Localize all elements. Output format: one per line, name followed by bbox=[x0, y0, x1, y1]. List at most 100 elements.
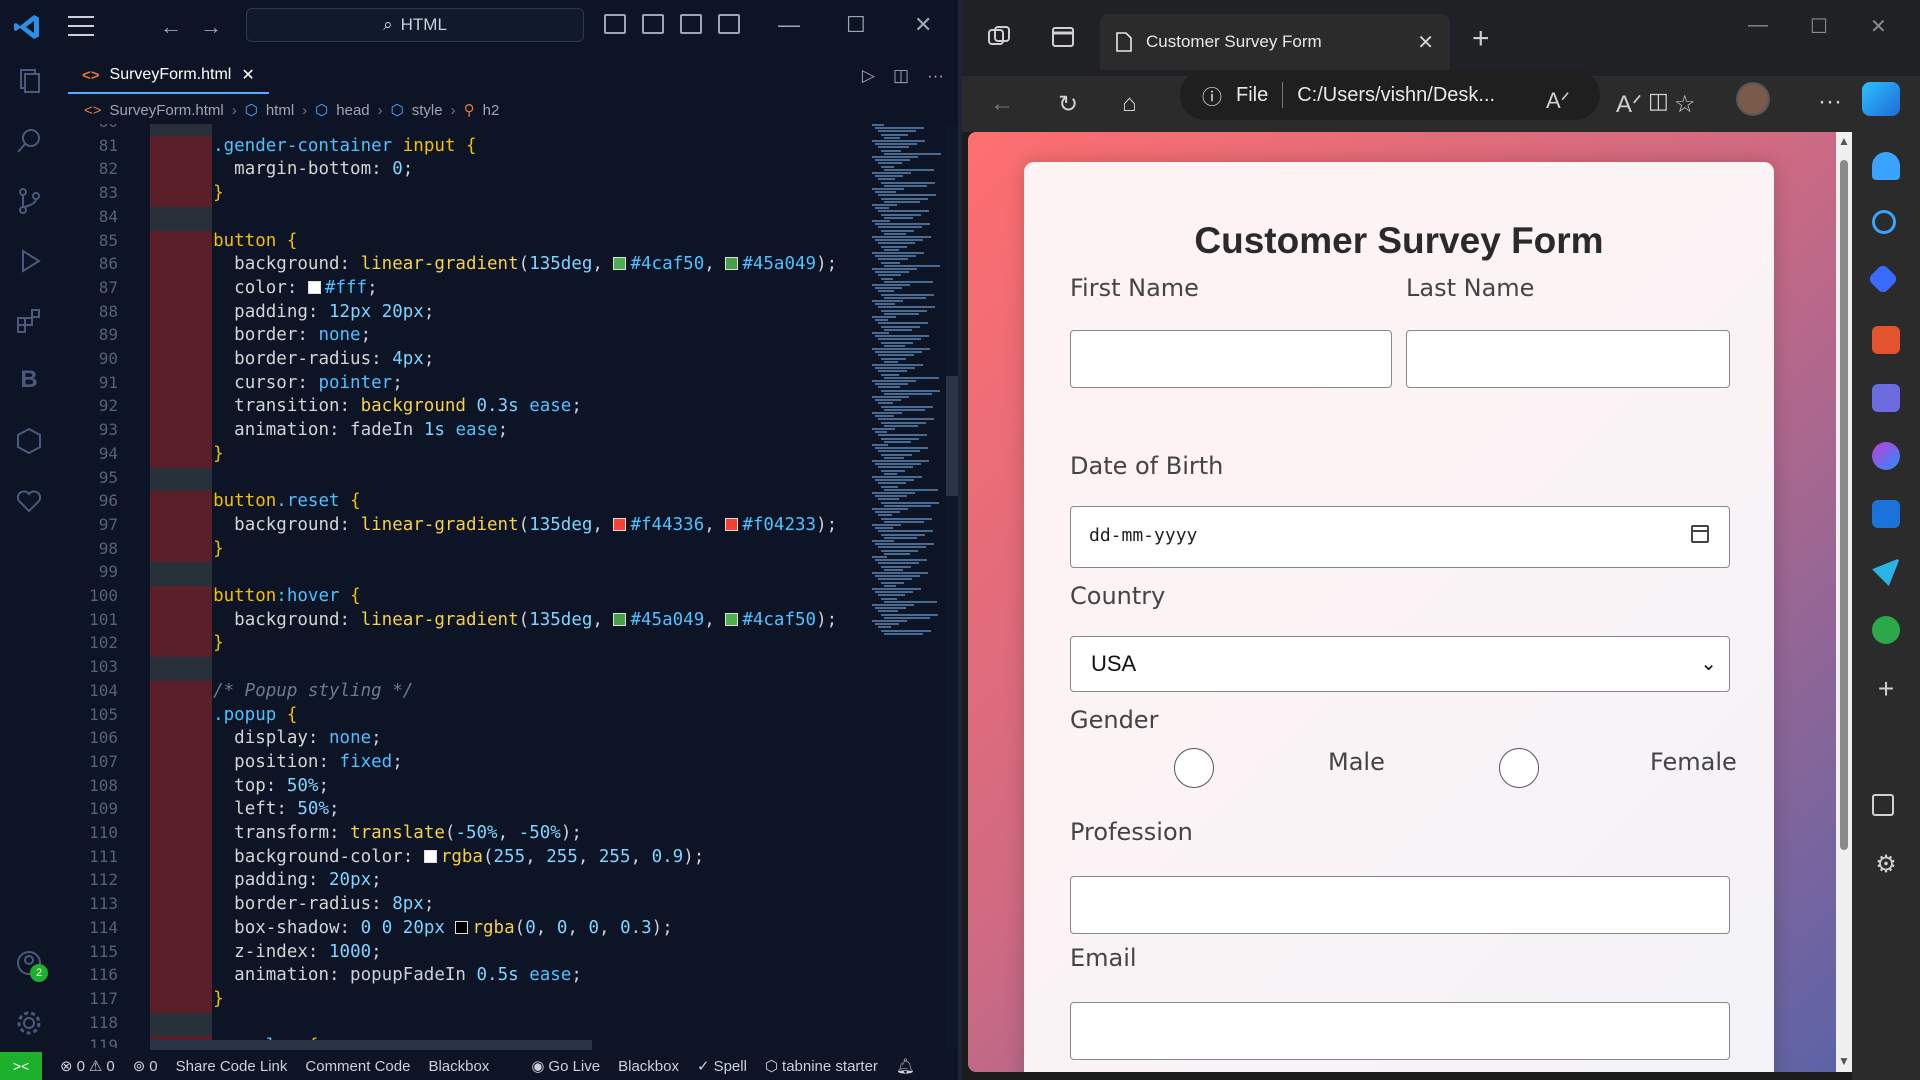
command-center-search[interactable]: ⌕ HTML bbox=[246, 8, 584, 42]
minimize-icon[interactable]: — bbox=[778, 12, 800, 38]
code-line[interactable]: border-radius: 8px; bbox=[192, 894, 434, 914]
scrollbar-thumb[interactable] bbox=[946, 376, 958, 496]
code-line[interactable]: padding: 20px; bbox=[192, 870, 382, 890]
home-icon[interactable]: ⌂ bbox=[1122, 90, 1137, 118]
first-name-input[interactable] bbox=[1070, 330, 1392, 388]
run-icon[interactable]: ▷ bbox=[862, 66, 875, 86]
code-line[interactable]: cursor: pointer; bbox=[192, 373, 403, 393]
code-line[interactable]: position: fixed; bbox=[192, 752, 403, 772]
read-aloud-icon[interactable]: Aᐟ bbox=[1616, 90, 1642, 119]
vertical-tabs-icon[interactable] bbox=[1050, 24, 1076, 50]
code-line[interactable]: button { bbox=[192, 231, 297, 251]
profession-input[interactable] bbox=[1070, 876, 1730, 934]
shopping-icon[interactable] bbox=[1867, 263, 1899, 295]
explorer-icon[interactable] bbox=[14, 66, 44, 96]
calendar-icon[interactable] bbox=[1691, 525, 1709, 543]
dob-input[interactable]: dd-mm-yyyy bbox=[1070, 506, 1730, 568]
code-line[interactable]: } bbox=[192, 989, 224, 1009]
back-icon[interactable]: ← bbox=[990, 90, 1014, 118]
close-tab-icon[interactable]: ✕ bbox=[241, 65, 254, 85]
code-line[interactable]: z-index: 1000; bbox=[192, 942, 382, 962]
code-line[interactable] bbox=[192, 1013, 213, 1033]
code-line[interactable]: top: 50%; bbox=[192, 776, 329, 796]
heart-icon[interactable] bbox=[14, 486, 44, 516]
add-icon[interactable]: + bbox=[1872, 675, 1900, 704]
code-line[interactable] bbox=[192, 657, 213, 677]
code-line[interactable]: border-radius: 4px; bbox=[192, 349, 434, 369]
read-aloud-icon-2[interactable]: Aᐟ bbox=[1546, 88, 1570, 114]
toggle-primary-sidebar-icon[interactable] bbox=[604, 14, 626, 34]
status-comment-code[interactable]: Comment Code bbox=[305, 1058, 410, 1075]
code-line[interactable]: box-shadow: 0 0 20px rgba(0, 0, 0, 0.3); bbox=[192, 918, 673, 938]
maximize-icon[interactable]: ☐ bbox=[1810, 14, 1828, 39]
extensions-icon[interactable] bbox=[14, 306, 44, 336]
status-tabnine[interactable]: ⬡ tabnine starter bbox=[765, 1057, 878, 1076]
page-vertical-scrollbar[interactable]: ▲ ▼ bbox=[1836, 132, 1852, 1072]
code-line[interactable]: } bbox=[192, 444, 224, 464]
blackbox-icon[interactable]: B bbox=[14, 366, 44, 396]
breadcrumb-h2[interactable]: h2 bbox=[483, 102, 500, 119]
close-window-icon[interactable]: ✕ bbox=[1870, 14, 1887, 39]
notifications-bell-icon[interactable]: 🔔︎ bbox=[896, 1057, 915, 1075]
sidebar-toggle-icon[interactable] bbox=[1872, 794, 1894, 816]
code-line[interactable]: } bbox=[192, 539, 224, 559]
code-line[interactable]: .popup { bbox=[192, 705, 297, 725]
profile-avatar[interactable] bbox=[1736, 82, 1770, 116]
code-line[interactable]: transition: background 0.3s ease; bbox=[192, 396, 582, 416]
code-line[interactable] bbox=[192, 468, 213, 488]
send-icon[interactable] bbox=[1872, 558, 1900, 586]
gender-female-radio[interactable] bbox=[1499, 748, 1539, 788]
tab-surveyform-html[interactable]: <> SurveyForm.html ✕ bbox=[68, 58, 269, 94]
status-spell[interactable]: ✓ Spell bbox=[697, 1057, 747, 1076]
code-line[interactable] bbox=[192, 207, 213, 227]
scroll-up-icon[interactable]: ▲ bbox=[1838, 134, 1850, 148]
code-line[interactable]: background-color: rgba(255, 255, 255, 0.… bbox=[192, 847, 704, 867]
last-name-input[interactable] bbox=[1406, 330, 1730, 388]
breadcrumb-html[interactable]: html bbox=[266, 102, 294, 119]
code-line[interactable]: button.reset { bbox=[192, 491, 361, 511]
workspaces-icon[interactable] bbox=[986, 24, 1012, 50]
split-editor-icon[interactable]: ◫ bbox=[893, 66, 909, 86]
menu-icon[interactable] bbox=[68, 16, 94, 36]
outlook-icon[interactable] bbox=[1872, 500, 1900, 528]
microsoft-365-icon[interactable] bbox=[1872, 442, 1900, 470]
code-editor[interactable]: 80 81 .gender-container input {82 margin… bbox=[58, 124, 874, 1048]
code-line[interactable]: /* Popup styling */ bbox=[192, 681, 413, 701]
breadcrumb-head[interactable]: head bbox=[336, 102, 369, 119]
remote-explorer-icon[interactable] bbox=[14, 426, 44, 456]
email-input[interactable] bbox=[1070, 1002, 1730, 1060]
address-bar[interactable]: ⓘ File C:/Users/vishn/Desk... bbox=[1180, 70, 1600, 120]
editor-horizontal-scrollbar[interactable] bbox=[150, 1040, 592, 1050]
breadcrumb-file[interactable]: SurveyForm.html bbox=[110, 102, 224, 119]
maximize-icon[interactable]: ☐ bbox=[846, 12, 866, 38]
notifications-icon[interactable] bbox=[1872, 152, 1900, 180]
code-line[interactable]: transform: translate(-50%, -50%); bbox=[192, 823, 582, 843]
settings-gear-icon[interactable] bbox=[14, 1008, 44, 1038]
more-actions-icon[interactable]: ··· bbox=[927, 66, 944, 86]
code-line[interactable]: left: 50%; bbox=[192, 799, 339, 819]
code-line[interactable]: color: #fff; bbox=[192, 278, 377, 298]
code-line[interactable]: border: none; bbox=[192, 325, 371, 345]
browser-tab-active[interactable]: Customer Survey Form ✕ bbox=[1100, 14, 1450, 70]
close-tab-icon[interactable]: ✕ bbox=[1417, 30, 1434, 55]
breadcrumb-style[interactable]: style bbox=[412, 102, 443, 119]
forward-arrow-icon[interactable]: → bbox=[200, 14, 222, 40]
page-scrollbar-thumb[interactable] bbox=[1840, 160, 1848, 850]
more-icon[interactable]: ··· bbox=[1818, 88, 1842, 116]
games-icon[interactable] bbox=[1872, 384, 1900, 412]
toggle-panel-icon[interactable] bbox=[642, 14, 664, 34]
code-line[interactable]: margin-bottom: 0; bbox=[192, 159, 413, 179]
minimap[interactable] bbox=[870, 124, 948, 644]
status-share-code-link[interactable]: Share Code Link bbox=[176, 1058, 288, 1075]
copilot-icon[interactable] bbox=[1862, 82, 1900, 116]
code-line[interactable]: padding: 12px 20px; bbox=[192, 302, 434, 322]
status-blackbox[interactable]: Blackbox bbox=[428, 1058, 489, 1075]
code-line[interactable]: .gender-container input { bbox=[192, 136, 476, 156]
editor-vertical-scrollbar[interactable] bbox=[946, 124, 958, 1048]
tree-icon[interactable] bbox=[1872, 616, 1900, 644]
toggle-secondary-sidebar-icon[interactable] bbox=[680, 14, 702, 34]
code-line[interactable]: } bbox=[192, 633, 224, 653]
country-select[interactable]: USA ⌄ bbox=[1070, 636, 1730, 692]
problems-indicator[interactable]: ⊗ 0 ⚠ 0 bbox=[60, 1057, 115, 1076]
run-debug-icon[interactable] bbox=[14, 246, 44, 276]
